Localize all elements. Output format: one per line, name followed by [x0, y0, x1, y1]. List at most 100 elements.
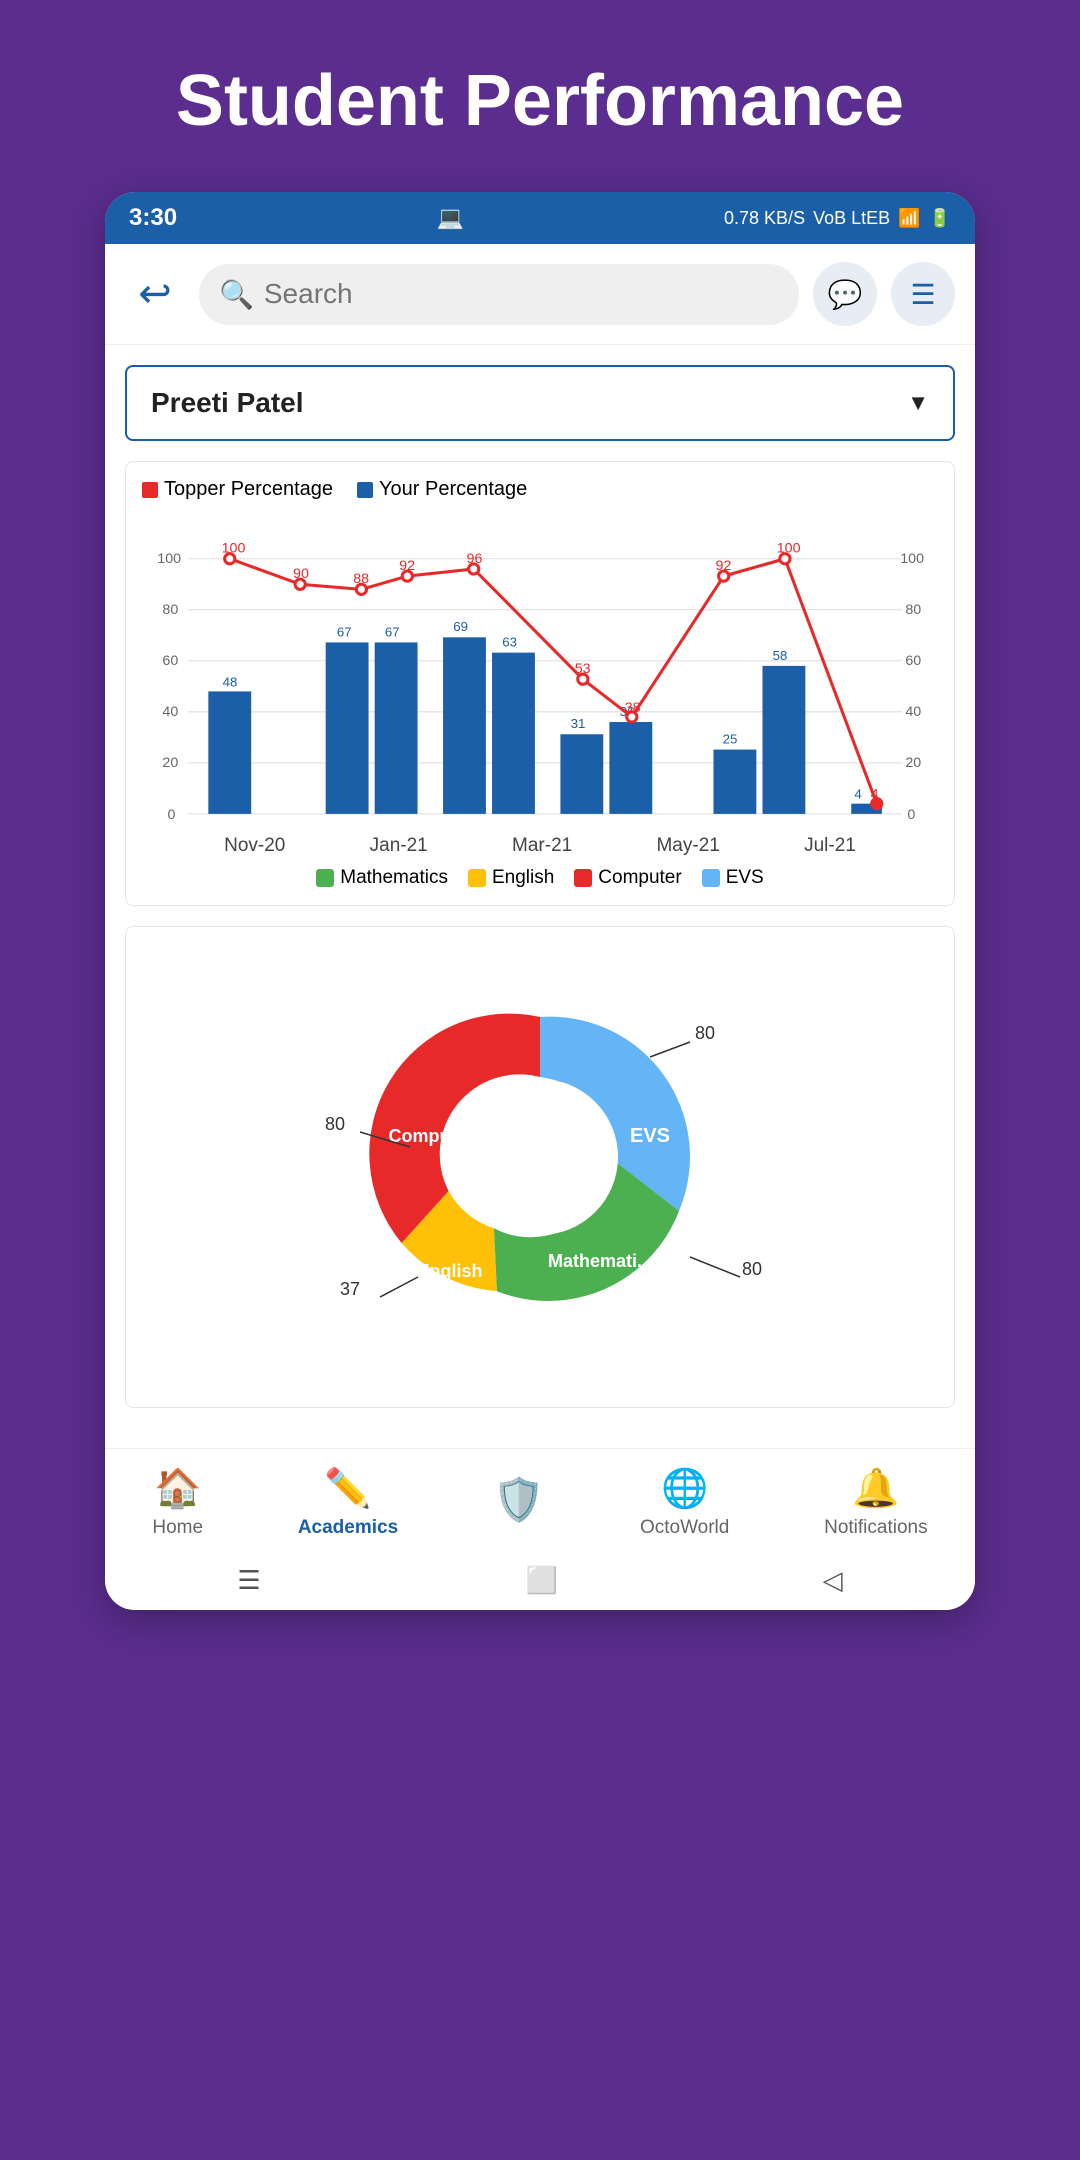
donut-chart-svg: EVS Mathemati... English Compute... 80 8…	[290, 947, 790, 1387]
evs-line	[650, 1042, 690, 1057]
svg-text:90: 90	[293, 566, 309, 582]
center-icon: 🛡️	[493, 1476, 545, 1525]
svg-text:88: 88	[353, 571, 369, 587]
svg-text:4: 4	[871, 787, 879, 803]
svg-text:80: 80	[162, 602, 178, 618]
svg-text:38: 38	[625, 700, 641, 716]
x-label-3: Mar-21	[512, 835, 572, 857]
x-label-4: May-21	[656, 835, 719, 857]
home-sys-icon: ⬜	[525, 1565, 557, 1596]
notification-icon: 🔔	[852, 1467, 899, 1511]
status-icons: 💻	[437, 205, 464, 231]
svg-text:20: 20	[162, 755, 178, 771]
svg-text:0: 0	[168, 807, 176, 823]
svg-text:67: 67	[385, 624, 400, 639]
x-label-1: Nov-20	[224, 835, 285, 857]
donut-math-label: Mathemati...	[548, 1251, 652, 1271]
menu-sys-icon: ☰	[237, 1565, 260, 1596]
x-axis-labels: Nov-20 Jan-21 Mar-21 May-21 Jul-21	[142, 835, 938, 857]
phone-frame: 3:30 💻 0.78 KB/S VoB LtEB 📶 🔋 ↩ 🔍 💬 ☰	[105, 192, 975, 1610]
svg-text:58: 58	[773, 648, 788, 663]
svg-text:4: 4	[854, 787, 861, 802]
bar-may21-2	[609, 722, 652, 814]
top-bar: ↩ 🔍 💬 ☰	[105, 244, 975, 345]
nav-octoworld-label: OctoWorld	[640, 1517, 729, 1539]
bar-jul21-2	[762, 666, 805, 814]
menu-button[interactable]: ☰	[891, 262, 955, 326]
donut-evs-label: EVS	[630, 1125, 670, 1147]
donut-wrapper: EVS Mathemati... English Compute... 80 8…	[290, 947, 790, 1387]
donut-chart-section: EVS Mathemati... English Compute... 80 8…	[125, 926, 955, 1408]
nav-home-label: Home	[152, 1517, 203, 1539]
nav-notifications-label: Notifications	[824, 1517, 928, 1539]
search-bar[interactable]: 🔍	[199, 264, 799, 325]
laptop-icon: 💻	[437, 205, 464, 230]
x-label-2: Jan-21	[370, 835, 428, 857]
status-time: 3:30	[129, 204, 177, 232]
svg-text:40: 40	[905, 704, 921, 720]
page-title: Student Performance	[176, 0, 904, 192]
nav-octoworld[interactable]: 🌐 OctoWorld	[640, 1467, 729, 1539]
back-button[interactable]: ↩	[125, 264, 185, 324]
svg-text:0: 0	[907, 807, 915, 823]
bar-jan21-2	[375, 642, 418, 813]
english-value: 37	[340, 1279, 360, 1299]
student-dropdown[interactable]: Preeti Patel ▼	[125, 365, 955, 441]
svg-text:92: 92	[716, 558, 732, 574]
student-name: Preeti Patel	[151, 387, 304, 419]
bar-chart-svg: 0 20 40 60 80 100 0 20 40 60 80 100	[142, 511, 938, 831]
svg-text:100: 100	[900, 551, 924, 567]
bar-may21-1	[560, 734, 603, 814]
octoworld-icon: 🌐	[661, 1467, 708, 1511]
svg-text:31: 31	[571, 716, 586, 731]
chat-button[interactable]: 💬	[813, 262, 877, 326]
svg-text:92: 92	[399, 558, 415, 574]
svg-text:96: 96	[467, 551, 483, 567]
bar-chart-legend: Topper Percentage Your Percentage	[142, 478, 938, 501]
bar-mar21-2	[492, 653, 535, 814]
nav-home[interactable]: 🏠 Home	[152, 1467, 203, 1539]
bar-chart-section: Topper Percentage Your Percentage 0 20 4…	[125, 461, 955, 906]
nav-notifications[interactable]: 🔔 Notifications	[824, 1467, 928, 1539]
bottom-navigation: 🏠 Home ✏️ Academics 🛡️ 🌐 OctoWorld 🔔 Not…	[105, 1448, 975, 1551]
donut-computer-label: Compute...	[389, 1126, 482, 1146]
svg-text:20: 20	[905, 755, 921, 771]
signal-icon: 📶	[898, 208, 920, 229]
subject-computer: Computer	[574, 867, 681, 889]
svg-text:100: 100	[222, 541, 246, 557]
subject-english: English	[468, 867, 554, 889]
academics-icon: ✏️	[324, 1467, 371, 1511]
math-line	[690, 1257, 740, 1277]
bar-chart-area: 0 20 40 60 80 100 0 20 40 60 80 100	[142, 511, 938, 831]
donut-english-label: English	[417, 1261, 482, 1281]
back-icon: ↩	[138, 271, 172, 317]
svg-text:67: 67	[337, 624, 352, 639]
svg-text:100: 100	[777, 541, 801, 557]
nav-center[interactable]: 🛡️	[493, 1476, 545, 1531]
svg-text:80: 80	[905, 602, 921, 618]
chevron-down-icon: ▼	[907, 390, 929, 416]
nav-academics[interactable]: ✏️ Academics	[298, 1467, 398, 1539]
search-input[interactable]	[264, 278, 779, 310]
speed-indicator: 0.78 KB/S	[724, 208, 805, 229]
computer-value: 80	[325, 1114, 345, 1134]
subject-english-label: English	[492, 867, 554, 889]
student-dropdown-wrapper: Preeti Patel ▼	[125, 365, 955, 441]
your-label: Your Percentage	[379, 478, 527, 501]
svg-text:48: 48	[223, 674, 238, 689]
bar-mar21-1	[443, 637, 486, 814]
status-right: 0.78 KB/S VoB LtEB 📶 🔋	[724, 208, 951, 229]
bar-jan21-1	[326, 642, 369, 813]
svg-text:63: 63	[502, 635, 517, 650]
system-bar: ☰ ⬜ ◁	[105, 1551, 975, 1610]
bar-nov20-your	[208, 691, 251, 813]
main-content: Preeti Patel ▼ Topper Percentage Your Pe…	[105, 345, 975, 1448]
status-bar: 3:30 💻 0.78 KB/S VoB LtEB 📶 🔋	[105, 192, 975, 244]
subject-math-label: Mathematics	[340, 867, 448, 889]
back-sys-icon: ◁	[823, 1565, 843, 1596]
battery-icon: 🔋	[929, 208, 951, 229]
subject-evs-label: EVS	[726, 867, 764, 889]
svg-text:60: 60	[905, 653, 921, 669]
svg-text:69: 69	[453, 619, 468, 634]
your-legend: Your Percentage	[357, 478, 527, 501]
